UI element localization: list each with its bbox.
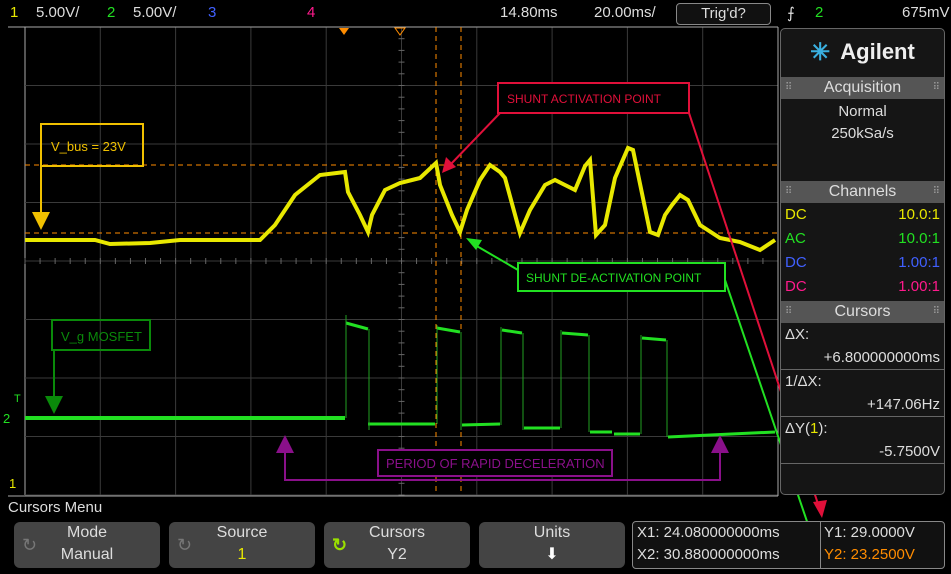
y2-readout: Y2: 23.2500V: [824, 546, 915, 563]
shunt-on-label: SHUNT ACTIVATION POINT: [507, 92, 662, 106]
rotate-knob-icon: ↻: [22, 535, 38, 555]
source-softkey[interactable]: ↻ Source 1: [169, 522, 315, 568]
decel-start-arrow-icon: [276, 435, 294, 453]
channel-row: DC 1.00:1: [781, 275, 944, 299]
y1-readout: Y1: 29.0000V: [824, 524, 915, 541]
vbus-label: V_bus = 23V: [51, 139, 126, 154]
vbus-arrow-icon: [32, 212, 50, 230]
vg-arrow-icon: [45, 396, 63, 414]
dy-value: -5.7500V: [781, 441, 944, 464]
shunt-off-label: SHUNT DE-ACTIVATION POINT: [526, 271, 702, 285]
menu-title: Cursors Menu: [8, 499, 103, 516]
channel-coupling: DC: [785, 206, 807, 223]
trigger-level-marker: T: [14, 393, 21, 405]
trigger-position-marker: [339, 28, 349, 35]
channel-probe: 10.0:1: [898, 206, 940, 223]
dx-value: +6.800000000ms: [781, 347, 944, 370]
inv-dx-label: 1/ΔX:: [785, 373, 822, 390]
decel-label: PERIOD OF RAPID DECELERATION: [386, 456, 605, 471]
cursors-softkey[interactable]: ↻ Cursors Y2: [324, 522, 470, 568]
ch1-ground-marker: 1: [9, 476, 16, 491]
units-softkey[interactable]: Units ⬇: [479, 522, 625, 568]
decel-end-arrow-icon: [711, 435, 729, 453]
channel-row: DC 1.00:1: [781, 251, 944, 275]
channel-coupling: AC: [785, 230, 806, 247]
side-panel: ✳Agilent Acquisition Normal 250kSa/s Cha…: [780, 28, 945, 495]
dy-label: ΔY(1):: [785, 420, 828, 437]
ch1-trace: [25, 145, 777, 253]
channel-row: AC 10.0:1: [781, 227, 944, 251]
agilent-spark-icon: ✳: [810, 38, 831, 66]
ch2-edges: [345, 315, 668, 437]
x1-readout: X1: 24.080000000ms: [637, 524, 780, 541]
ch2-ground-marker: 2: [3, 411, 10, 426]
channel-coupling: DC: [785, 254, 807, 271]
channel-row: DC 10.0:1: [781, 203, 944, 227]
shunt-on-arrow-icon: [442, 157, 456, 173]
down-arrow-icon: ⬇: [545, 546, 559, 563]
cursors-header[interactable]: Cursors: [781, 301, 944, 323]
acq-mode: Normal: [838, 103, 887, 120]
channel-probe: 1.00:1: [898, 278, 940, 295]
rotate-knob-icon: ↻: [332, 535, 348, 555]
cursor-readout: X1: 24.080000000ms X2: 30.880000000ms Y1…: [632, 521, 945, 569]
acq-rate: 250kSa/s: [831, 125, 894, 142]
acquisition-header[interactable]: Acquisition: [781, 77, 944, 99]
vg-label: V_g MOSFET: [61, 329, 142, 344]
delay-marker: [394, 27, 406, 36]
channel-probe: 10.0:1: [898, 230, 940, 247]
channels-header[interactable]: Channels: [781, 181, 944, 203]
inv-dx-value: +147.06Hz: [781, 394, 944, 417]
channel-probe: 1.00:1: [898, 254, 940, 271]
agilent-logo: ✳ Agilent: [810, 38, 915, 66]
dx-label: ΔX:: [785, 326, 810, 343]
rotate-knob-icon: ↻: [177, 535, 193, 555]
channel-coupling: DC: [785, 278, 807, 295]
x2-readout: X2: 30.880000000ms: [637, 546, 780, 563]
mode-softkey[interactable]: ↻ Mode Manual: [14, 522, 160, 568]
